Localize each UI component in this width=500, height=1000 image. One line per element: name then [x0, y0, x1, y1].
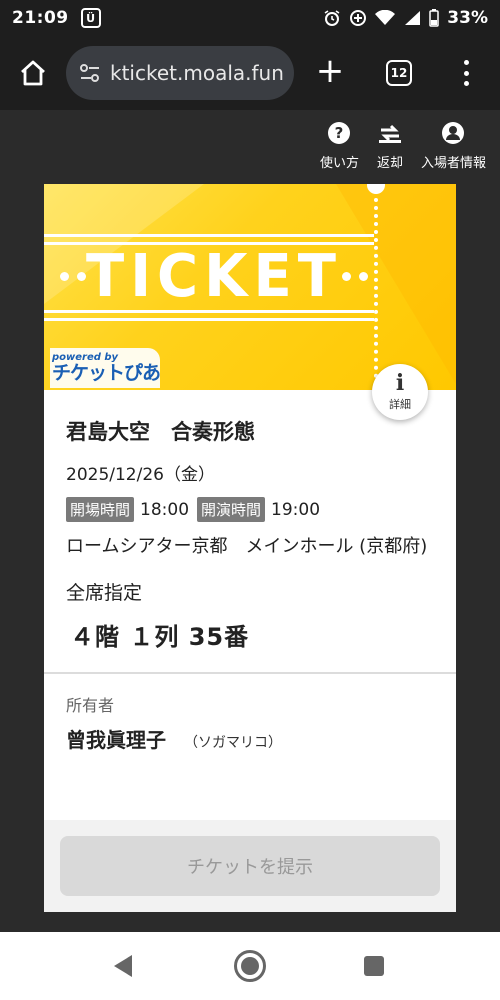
present-area: チケットを提示: [44, 820, 456, 912]
event-times: 開場時間 18:00 開演時間 19:00: [66, 497, 436, 522]
owner-block: 所有者 曾我眞理子 （ソガマリコ）: [66, 692, 282, 753]
menu-dot: [463, 81, 469, 86]
seat-type: 全席指定: [66, 582, 143, 604]
owner-label: 所有者: [66, 696, 115, 715]
home-button[interactable]: [16, 56, 50, 90]
banner-dots-left: [60, 271, 86, 281]
battery-icon: [429, 9, 440, 27]
venue: ロームシアター京都 メインホール (京都府): [66, 536, 428, 557]
present-ticket-button[interactable]: チケットを提示: [60, 836, 440, 896]
banner-stripe: [44, 318, 374, 321]
tab-switcher-button[interactable]: 12: [386, 60, 412, 86]
owner-name: 曾我眞理子: [66, 728, 166, 752]
info-icon: i: [395, 370, 405, 396]
banner-stripe: [44, 234, 374, 237]
open-time: 18:00: [140, 499, 190, 520]
owner-row: 曾我眞理子 （ソガマリコ）: [66, 724, 282, 753]
logo-brand: チケットぴあ: [52, 362, 161, 384]
return-label: 返却: [376, 156, 403, 171]
page-content: ? 使い方 返却 入場者情報 TICKET powered by チケットぴあ …: [0, 110, 500, 932]
back-icon[interactable]: [114, 955, 132, 977]
ticket-card: TICKET powered by チケットぴあ i 詳細 君島大空 合奏形態 …: [44, 184, 456, 912]
data-saver-icon: [350, 10, 367, 26]
return-button[interactable]: 返却: [377, 120, 403, 171]
banner-dots-right: [341, 271, 368, 281]
status-bar: 21:09 Ü 33%: [0, 0, 500, 36]
url-text[interactable]: kticket.moala.fun: [110, 61, 284, 85]
open-time-tag: 開場時間: [66, 497, 135, 522]
site-settings-icon[interactable]: [76, 63, 104, 83]
status-icons: 33%: [323, 8, 488, 28]
how-to-use-button[interactable]: ? 使い方: [320, 120, 359, 171]
system-nav-bar: [0, 932, 500, 1000]
ticketpia-logo: powered by チケットぴあ: [50, 348, 161, 388]
top-actions: ? 使い方 返却 入場者情報: [320, 120, 486, 171]
how-to-use-label: 使い方: [319, 156, 359, 171]
seat-number: ４階 １列 35番: [70, 623, 250, 651]
attendee-info-button[interactable]: 入場者情報: [421, 120, 486, 171]
ticket-banner: TICKET powered by チケットぴあ: [44, 184, 456, 390]
event-info: 君島大空 合奏形態 2025/12/26（金） 開場時間 18:00 開演時間 …: [66, 416, 436, 652]
recents-icon[interactable]: [364, 956, 384, 976]
battery-level: 33%: [447, 8, 488, 28]
detail-button[interactable]: i 詳細: [372, 364, 428, 420]
notification-icon: Ü: [80, 8, 101, 28]
start-time-tag: 開演時間: [197, 497, 266, 522]
event-date: 2025/12/26（金）: [66, 465, 215, 485]
home-icon: [21, 60, 45, 86]
banner-ticket-word: TICKET: [86, 241, 342, 311]
attendee-info-label: 入場者情報: [420, 156, 486, 171]
svg-text:?: ?: [335, 124, 344, 142]
account-icon: [440, 120, 466, 146]
owner-kana: （ソガマリコ）: [184, 735, 282, 751]
alarm-icon: [324, 10, 340, 26]
event-title: 君島大空 合奏形態: [66, 420, 255, 444]
address-bar[interactable]: kticket.moala.fun: [66, 46, 294, 100]
signal-icon: [405, 11, 421, 25]
menu-dot: [463, 70, 469, 76]
help-icon: ?: [326, 120, 352, 146]
home-nav-icon[interactable]: [234, 950, 266, 982]
menu-dot: [463, 60, 469, 65]
detail-label: 詳細: [389, 398, 411, 411]
wifi-icon: [375, 10, 396, 25]
section-divider: [44, 672, 456, 674]
more-menu-button[interactable]: [454, 56, 478, 90]
perforation-line: [374, 190, 378, 386]
status-time: 21:09: [12, 8, 69, 28]
return-icon: [377, 120, 403, 146]
banner-title-row: TICKET: [60, 241, 368, 311]
new-tab-button[interactable]: +: [312, 54, 348, 90]
start-time: 19:00: [271, 499, 321, 520]
browser-toolbar: kticket.moala.fun + 12: [0, 36, 500, 110]
